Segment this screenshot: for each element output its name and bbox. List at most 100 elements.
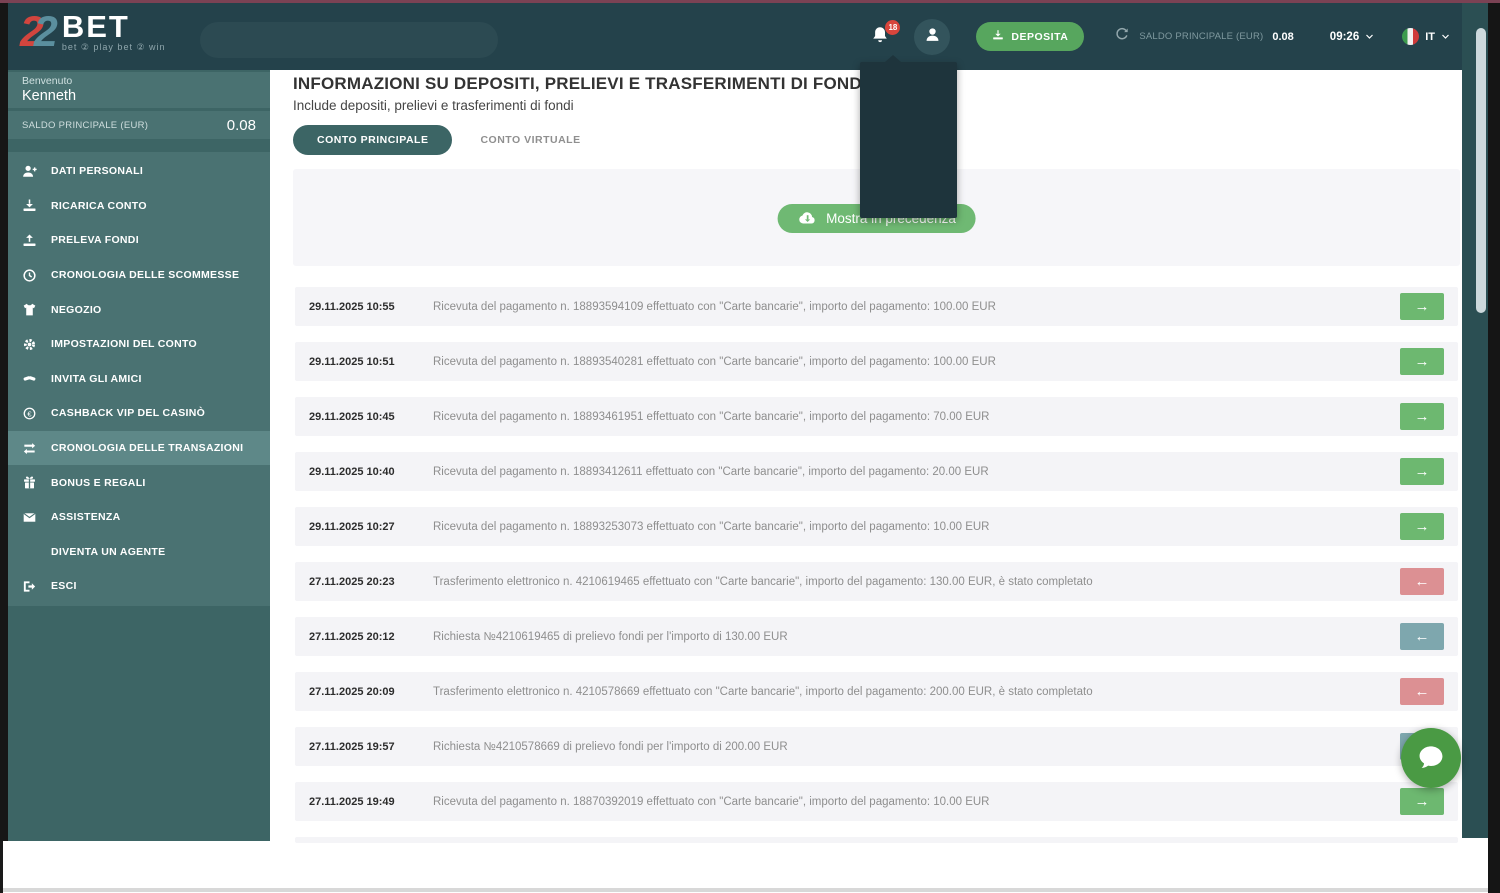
dropdown-item-22bet-crash[interactable]	[860, 185, 957, 215]
transaction-direction-badge[interactable]: →	[1400, 403, 1444, 430]
transaction-direction-badge[interactable]: →	[1400, 788, 1444, 815]
transaction-row: 27.11.2025 20:12 Richiesta №4210619465 d…	[295, 617, 1458, 656]
language-selector[interactable]: IT	[1402, 28, 1450, 46]
welcome-panel: Benvenuto Kenneth	[8, 72, 270, 108]
brand-logo[interactable]: 22 BET bet ② play bet ② win	[20, 11, 166, 54]
scrollbar-thumb[interactable]	[1476, 28, 1486, 313]
page-title: INFORMAZIONI SU DEPOSITI, PRELIEVI E TRA…	[293, 74, 867, 94]
refresh-icon[interactable]	[1114, 26, 1130, 47]
cloud-download-icon	[797, 209, 817, 228]
sidebar-item-negozio[interactable]: NEGOZIO	[8, 292, 270, 327]
deposit-tray-icon	[22, 198, 42, 214]
sidebar-item-bonus-e-regali[interactable]: BONUS E REGALI	[8, 465, 270, 500]
screen: 22 BET bet ② play bet ② win 18 DEPOSITA …	[0, 0, 1500, 893]
person-icon	[924, 26, 941, 48]
transaction-date: 27.11.2025 20:09	[309, 686, 419, 698]
transaction-date: 29.11.2025 10:55	[309, 301, 419, 313]
balance-value: 0.08	[1272, 31, 1293, 43]
deposit-download-icon	[992, 29, 1004, 44]
sidebar-item-cronologia-delle-transazioni[interactable]: CRONOLOGIA DELLE TRANSAZIONI	[8, 431, 270, 466]
account-tabs: CONTO PRINCIPALE CONTO VIRTUALE	[293, 125, 581, 155]
transaction-description: Ricevuta del pagamento n. 18893540281 ef…	[433, 356, 996, 368]
gear-icon	[22, 336, 42, 352]
time-selector[interactable]: 09:26	[1324, 28, 1374, 46]
transaction-direction-badge[interactable]: ←	[1400, 568, 1444, 595]
main-nav	[200, 22, 498, 58]
transaction-row-partial	[295, 837, 1458, 843]
transaction-direction-badge[interactable]: ←	[1400, 678, 1444, 705]
welcome-label: Benvenuto	[22, 75, 256, 88]
left-border	[0, 3, 8, 841]
chat-bubble-icon	[1416, 742, 1446, 775]
transaction-direction-badge[interactable]: →	[1400, 458, 1444, 485]
dropdown-item-gratta-e-vinci[interactable]	[860, 155, 957, 185]
transaction-description: Ricevuta del pagamento n. 18893253073 ef…	[433, 521, 990, 533]
sidebar-item-esci[interactable]: ESCI	[8, 569, 270, 604]
transaction-row: 27.11.2025 19:57 Richiesta №4210578669 d…	[295, 727, 1458, 766]
transaction-description: Richiesta №4210578669 di prelievo fondi …	[433, 741, 788, 753]
sidebar-item-cronologia-delle-scommesse[interactable]: CRONOLOGIA DELLE SCOMMESSE	[8, 258, 270, 293]
logo-brand-text: BET	[62, 12, 166, 42]
sidebar-item-impostazioni-del-conto[interactable]: IMPOSTAZIONI DEL CONTO	[8, 327, 270, 362]
transaction-row: 27.11.2025 20:09 Trasferimento elettroni…	[295, 672, 1458, 711]
handshake-icon	[22, 371, 42, 387]
sidebar-balance-label: SALDO PRINCIPALE (EUR)	[22, 120, 148, 131]
transaction-date: 27.11.2025 20:12	[309, 631, 419, 643]
transaction-description: Richiesta №4210619465 di prelievo fondi …	[433, 631, 788, 643]
transaction-date: 29.11.2025 10:51	[309, 356, 419, 368]
transaction-list: 29.11.2025 10:55 Ricevuta del pagamento …	[295, 287, 1458, 843]
sidebar-item-ricarica-conto[interactable]: RICARICA CONTO	[8, 189, 270, 224]
balance-label: SALDO PRINCIPALE (EUR)	[1139, 31, 1263, 42]
transaction-date: 27.11.2025 20:23	[309, 576, 419, 588]
transaction-date: 27.11.2025 19:57	[309, 741, 419, 753]
right-border	[1488, 0, 1500, 893]
sidebar-item-invita-gli-amici[interactable]: INVITA GLI AMICI	[8, 362, 270, 397]
logo-22-graphic: 22	[20, 11, 54, 54]
notifications-button[interactable]: 18	[870, 25, 892, 49]
no-icon	[22, 544, 42, 560]
transaction-row: 27.11.2025 19:49 Ricevuta del pagamento …	[295, 782, 1458, 821]
tab-conto-virtuale[interactable]: CONTO VIRTUALE	[480, 134, 580, 146]
bottom-divider	[0, 888, 1488, 892]
account-button[interactable]	[914, 19, 950, 55]
sidebar-item-dati-personali[interactable]: DATI PERSONALI	[8, 154, 270, 189]
transaction-row: 27.11.2025 20:23 Trasferimento elettroni…	[295, 562, 1458, 601]
exit-icon	[22, 578, 42, 594]
di-piu-dropdown-menu	[860, 62, 957, 218]
sidebar-balance-value: 0.08	[227, 117, 256, 134]
logo-tagline: bet ② play bet ② win	[62, 42, 166, 53]
sidebar-item-preleva-fondi[interactable]: PRELEVA FONDI	[8, 223, 270, 258]
transaction-direction-badge[interactable]: ←	[1400, 623, 1444, 650]
transaction-direction-badge[interactable]: →	[1400, 348, 1444, 375]
transfer-arrows-icon	[22, 440, 42, 456]
user-plus-icon	[22, 163, 42, 179]
transaction-description: Ricevuta del pagamento n. 18893412611 ef…	[433, 466, 989, 478]
sidebar-menu: DATI PERSONALI RICARICA CONTO PRELEVA FO…	[8, 152, 270, 606]
time-value: 09:26	[1330, 31, 1359, 43]
transaction-direction-badge[interactable]: →	[1400, 293, 1444, 320]
chevron-down-icon	[1365, 28, 1374, 46]
tab-conto-principale[interactable]: CONTO PRINCIPALE	[293, 125, 452, 155]
top-navigation-bar: 22 BET bet ② play bet ② win 18 DEPOSITA …	[8, 3, 1462, 70]
shirt-icon	[22, 302, 42, 318]
sidebar-balance-panel: SALDO PRINCIPALE (EUR) 0.08	[8, 111, 270, 139]
sidebar-item-assistenza[interactable]: ASSISTENZA	[8, 500, 270, 535]
dropdown-item-fast-games[interactable]	[860, 95, 957, 125]
sidebar: Benvenuto Kenneth SALDO PRINCIPALE (EUR)…	[8, 70, 270, 841]
transaction-row: 29.11.2025 10:51 Ricevuta del pagamento …	[295, 342, 1458, 381]
username: Kenneth	[22, 88, 256, 105]
notification-count-badge: 18	[885, 20, 900, 35]
scrollbar-track[interactable]	[1462, 3, 1488, 838]
sidebar-item-diventa-un-agente[interactable]: DIVENTA UN AGENTE	[8, 535, 270, 570]
withdraw-tray-icon	[22, 232, 42, 248]
transaction-date: 29.11.2025 10:40	[309, 466, 419, 478]
chat-button[interactable]	[1401, 728, 1461, 788]
transaction-description: Ricevuta del pagamento n. 18870392019 ef…	[433, 796, 990, 808]
transaction-direction-badge[interactable]: →	[1400, 513, 1444, 540]
sidebar-item-cashback-vip-del-casin[interactable]: € CASHBACK VIP DEL CASINÒ	[8, 396, 270, 431]
transaction-row: 29.11.2025 10:40 Ricevuta del pagamento …	[295, 452, 1458, 491]
balance-refresh-group[interactable]: SALDO PRINCIPALE (EUR) 0.08	[1114, 26, 1293, 47]
deposit-button[interactable]: DEPOSITA	[976, 22, 1084, 51]
dropdown-item-caccia-e-pesca[interactable]	[860, 125, 957, 155]
dropdown-item-giochi-tv[interactable]	[860, 65, 957, 95]
